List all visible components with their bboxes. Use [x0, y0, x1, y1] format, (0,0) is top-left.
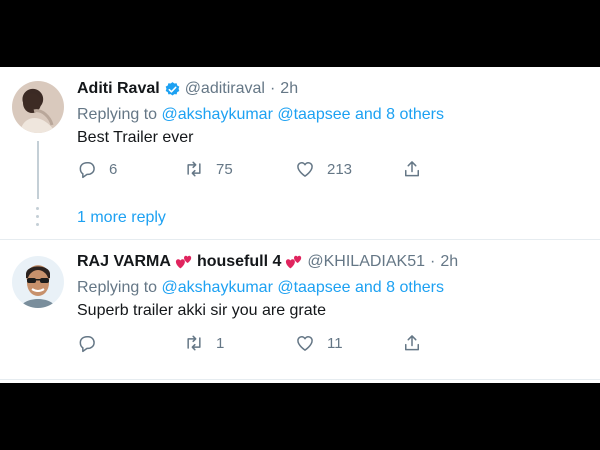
- tweet-actions: 6 75 213: [77, 159, 497, 183]
- avatar[interactable]: [12, 256, 64, 308]
- retweet-count: 75: [216, 160, 233, 178]
- mention-others-link[interactable]: and 8 others: [355, 106, 444, 123]
- mention-link[interactable]: @taapsee: [277, 106, 350, 123]
- display-name-suffix[interactable]: housefull 4: [197, 253, 281, 271]
- user-handle[interactable]: @aditiraval: [185, 80, 265, 98]
- two-hearts-icon: [175, 254, 193, 270]
- two-hearts-icon: [285, 254, 303, 270]
- tweet-text: Superb trailer akki sir you are grate: [77, 302, 326, 319]
- verified-badge-icon: [164, 81, 181, 98]
- like-button[interactable]: 213: [295, 159, 352, 179]
- mention-link[interactable]: @akshaykumar: [162, 279, 273, 296]
- reply-button[interactable]: [77, 333, 109, 353]
- display-name[interactable]: RAJ VARMA: [77, 253, 171, 271]
- reply-thread: Aditi Raval @aditiraval · 2h Replying to…: [0, 67, 600, 383]
- mention-others-link[interactable]: and 8 others: [355, 279, 444, 296]
- share-icon: [402, 333, 422, 353]
- user-handle[interactable]: @KHILADIAK51: [307, 253, 425, 271]
- avatar[interactable]: [12, 81, 64, 133]
- tweet-actions: 1 11: [77, 333, 497, 357]
- thread-collapsed-dots: [36, 207, 40, 229]
- replying-to-line: Replying to @akshaykumar @taapsee and 8 …: [77, 279, 444, 297]
- replying-to-line: Replying to @akshaykumar @taapsee and 8 …: [77, 106, 444, 124]
- retweet-icon: [184, 159, 204, 179]
- mention-link[interactable]: @taapsee: [277, 279, 350, 296]
- separator-dot: ·: [269, 80, 276, 97]
- timestamp[interactable]: 2h: [280, 80, 298, 98]
- reply-icon: [77, 333, 97, 353]
- retweet-count: 1: [216, 334, 225, 352]
- share-button[interactable]: [402, 159, 422, 179]
- retweet-button[interactable]: 75: [184, 159, 233, 179]
- avatar-image: [20, 93, 56, 133]
- tweet-header: Aditi Raval @aditiraval · 2h: [77, 80, 298, 98]
- avatar-image: [20, 266, 56, 308]
- show-more-replies-link[interactable]: 1 more reply: [77, 209, 166, 227]
- like-button[interactable]: 11: [295, 333, 343, 353]
- display-name[interactable]: Aditi Raval: [77, 80, 160, 98]
- tweet-header: RAJ VARMA housefull 4 @KHILADIAK51 · 2h: [77, 253, 458, 271]
- reply-count: 6: [109, 160, 118, 178]
- replying-prefix: Replying to: [77, 279, 158, 296]
- like-icon: [295, 159, 315, 179]
- like-count: 213: [327, 160, 353, 178]
- share-icon: [402, 159, 422, 179]
- like-count: 11: [327, 334, 343, 352]
- retweet-button[interactable]: 1: [184, 333, 224, 353]
- reply-tweet[interactable]: RAJ VARMA housefull 4 @KHILADIAK51 · 2h …: [0, 239, 600, 383]
- reply-tweet[interactable]: Aditi Raval @aditiraval · 2h Replying to…: [0, 67, 600, 239]
- divider: [0, 379, 600, 380]
- like-icon: [295, 333, 315, 353]
- reply-icon: [77, 159, 97, 179]
- mention-link[interactable]: @akshaykumar: [162, 106, 273, 123]
- replying-prefix: Replying to: [77, 106, 158, 123]
- reply-button[interactable]: 6: [77, 159, 117, 179]
- separator-dot: ·: [430, 253, 436, 270]
- timestamp[interactable]: 2h: [440, 253, 458, 271]
- thread-line: [37, 141, 39, 199]
- share-button[interactable]: [402, 333, 422, 353]
- tweet-text: Best Trailer ever: [77, 129, 194, 146]
- retweet-icon: [184, 333, 204, 353]
